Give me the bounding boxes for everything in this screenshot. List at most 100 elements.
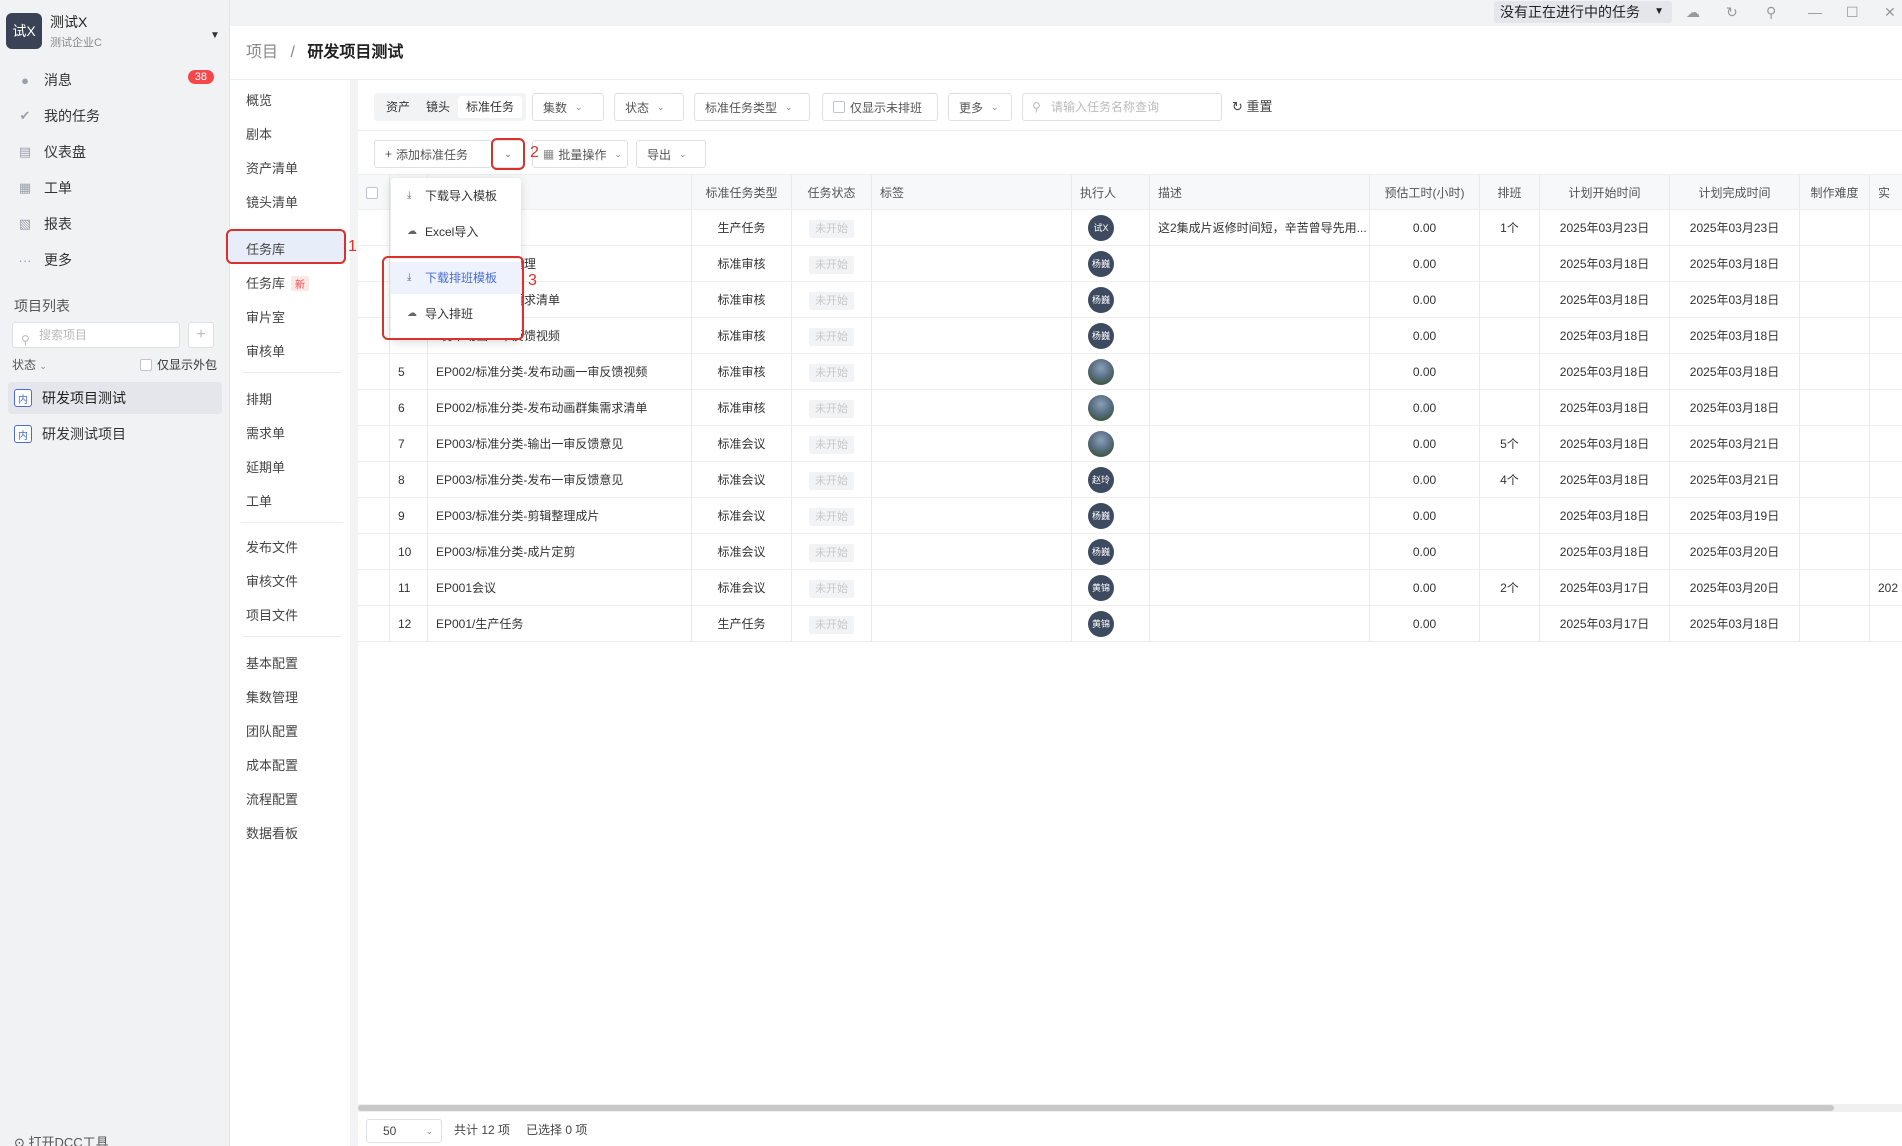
diff-cell <box>1800 210 1870 246</box>
subnav-item-basic-config[interactable]: 基本配置 <box>246 653 298 672</box>
nav-item-tickets[interactable]: ▦ 工单 <box>0 170 230 206</box>
avatar[interactable]: 黄锦 <box>1088 575 1114 601</box>
hours-cell: 0.00 <box>1370 534 1480 570</box>
tab-assets[interactable]: 资产 <box>378 96 418 118</box>
type-cell: 生产任务 <box>692 210 792 246</box>
avatar[interactable] <box>1088 431 1114 457</box>
table-row[interactable]: 3-发布动画群集需求清单标准审核未开始杨巍0.002025年03月18日2025… <box>358 282 1902 318</box>
refresh-icon[interactable]: ↻ <box>1726 4 1738 21</box>
subnav-item-review-sheet[interactable]: 审核单 <box>246 341 285 360</box>
subnav-item-data-board[interactable]: 数据看板 <box>246 823 298 842</box>
subnav-item-team-config[interactable]: 团队配置 <box>246 721 298 740</box>
avatar[interactable]: 杨巍 <box>1088 323 1114 349</box>
project-item[interactable]: 内 研发测试项目 <box>8 418 222 450</box>
nav-item-reports[interactable]: ▧ 报表 <box>0 206 230 242</box>
project-item[interactable]: 内 研发项目测试 <box>8 382 222 414</box>
excel-import-item[interactable]: ☁ Excel导入 <box>391 216 521 248</box>
subnav-item-flow-config[interactable]: 流程配置 <box>246 789 298 808</box>
project-search-input[interactable]: ⚲ 搜索项目 <box>12 322 180 348</box>
subnav-item-overview[interactable]: 概览 <box>246 90 272 109</box>
project-status-filter[interactable]: 状态 ⌄ <box>12 356 47 373</box>
table-row[interactable]: 2-动画一审剪辑整理标准审核未开始杨巍0.002025年03月18日2025年0… <box>358 246 1902 282</box>
diff-cell <box>1800 570 1870 606</box>
avatar[interactable]: 杨巍 <box>1088 503 1114 529</box>
start-cell: 2025年03月23日 <box>1540 210 1670 246</box>
caret-down-icon[interactable]: ▼ <box>210 30 220 41</box>
subnav-item-script[interactable]: 剧本 <box>246 124 272 143</box>
avatar[interactable]: 赵玲 <box>1088 467 1114 493</box>
close-icon[interactable]: ✕ <box>1884 4 1896 21</box>
subnav-item-tickets[interactable]: 工单 <box>246 491 272 510</box>
avatar[interactable]: 杨巍 <box>1088 251 1114 277</box>
diff-cell <box>1800 390 1870 426</box>
nav-item-messages[interactable]: ● 消息 38 <box>0 62 230 98</box>
running-task-dropdown[interactable]: 没有正在进行中的任务 ▼ <box>1494 1 1672 23</box>
horizontal-scrollbar[interactable] <box>358 1104 1902 1112</box>
nav-item-more[interactable]: ··· 更多 <box>0 242 230 278</box>
reset-button[interactable]: ↻ 重置 <box>1232 93 1273 121</box>
subnav-item-review-files[interactable]: 审核文件 <box>246 571 298 590</box>
hours-cell: 0.00 <box>1370 570 1480 606</box>
batch-actions-button[interactable]: ▦ 批量操作 ⌄ <box>532 140 628 168</box>
avatar[interactable]: 黄锦 <box>1088 611 1114 637</box>
table-row[interactable]: 6 EP002/标准分类-发布动画群集需求清单 标准审核 未开始 0.00 2025年03… <box>358 390 1902 426</box>
open-dcc-tool-link[interactable]: ⊙ 打开DCC工具 <box>14 1132 109 1146</box>
subnav-item-delays[interactable]: 延期单 <box>246 457 285 476</box>
episode-filter[interactable]: 集数 ⌄ <box>532 93 604 121</box>
subnav-item-assets[interactable]: 资产清单 <box>246 158 298 177</box>
avatar[interactable]: 杨巍 <box>1088 539 1114 565</box>
breadcrumb-parent[interactable]: 项目 <box>246 44 278 61</box>
table-row[interactable]: 1-BA的戏剧确认生产任务未开始试X这2集成片返修时间短，辛苦曾导先用...0.… <box>358 210 1902 246</box>
status-cell: 未开始 <box>792 498 872 534</box>
more-filter[interactable]: 更多 ⌄ <box>948 93 1012 121</box>
start-cell: 2025年03月18日 <box>1540 534 1670 570</box>
avatar[interactable] <box>1088 359 1114 385</box>
workspace-switcher[interactable]: 试X 测试X 测试企业C <box>6 12 102 50</box>
subnav-item-published-files[interactable]: 发布文件 <box>246 537 298 556</box>
export-button[interactable]: 导出 ⌄ <box>636 140 706 168</box>
cloud-icon[interactable]: ☁ <box>1686 4 1700 21</box>
table-row[interactable]: 12 EP001/生产任务 生产任务 未开始 黄锦 0.00 2025年03月17日 2025… <box>358 606 1902 642</box>
add-standard-task-button[interactable]: + 添加标准任务 <box>374 140 492 168</box>
outsource-only-checkbox[interactable]: 仅显示外包 <box>140 356 217 373</box>
table-row[interactable]: 8 EP003/标准分类-发布一审反馈意见 标准会议 未开始 赵玲 0.00 4个 2025年… <box>358 462 1902 498</box>
subnav-item-task-library-new[interactable]: 任务库新 <box>246 273 310 292</box>
table-row[interactable]: 5 EP002/标准分类-发布动画一审反馈视频 标准审核 未开始 0.00 2025年03… <box>358 354 1902 390</box>
maximize-icon[interactable]: ☐ <box>1846 4 1859 21</box>
page-size-select[interactable]: 50 ⌄ <box>366 1119 442 1143</box>
subnav-item-project-files[interactable]: 项目文件 <box>246 605 298 624</box>
minimize-icon[interactable]: — <box>1808 4 1822 20</box>
unscheduled-only-checkbox[interactable]: 仅显示未排班 <box>822 93 938 121</box>
scrollbar-thumb[interactable] <box>358 1105 1834 1111</box>
table-row[interactable]: 10 EP003/标准分类-成片定剪 标准会议 未开始 杨巍 0.00 2025年03月18… <box>358 534 1902 570</box>
subnav-item-cost-config[interactable]: 成本配置 <box>246 755 298 774</box>
table-row[interactable]: 7 EP003/标准分类-输出一审反馈意见 标准会议 未开始 0.00 5个 2025年03… <box>358 426 1902 462</box>
avatar[interactable]: 试X <box>1088 215 1114 241</box>
tags-cell <box>872 462 1072 498</box>
table-row[interactable]: 11 EP001会议 标准会议 未开始 黄锦 0.00 2个 2025年03月17日 2025年… <box>358 570 1902 606</box>
table-row[interactable]: 4-发布动画一审反馈视频标准审核未开始杨巍0.002025年03月18日2025… <box>358 318 1902 354</box>
avatar[interactable] <box>1088 395 1114 421</box>
download-import-template-item[interactable]: ⤓ 下载导入模板 <box>391 180 521 212</box>
subnav-item-episodes[interactable]: 集数管理 <box>246 687 298 706</box>
nav-item-dashboard[interactable]: ▤ 仪表盘 <box>0 134 230 170</box>
task-search-input[interactable]: ⚲ 请输入任务名称查询 <box>1022 93 1222 121</box>
pin-icon[interactable]: ⚲ <box>1766 4 1776 21</box>
end-cell: 2025年03月18日 <box>1670 318 1800 354</box>
sched-cell: 1个 <box>1480 210 1540 246</box>
task-type-filter[interactable]: 标准任务类型 ⌄ <box>694 93 810 121</box>
select-all-checkbox[interactable] <box>358 175 390 211</box>
avatar[interactable]: 杨巍 <box>1088 287 1114 313</box>
status-filter[interactable]: 状态 ⌄ <box>614 93 684 121</box>
subnav-item-schedule[interactable]: 排期 <box>246 389 272 408</box>
sched-cell <box>1480 354 1540 390</box>
status-badge: 未开始 <box>809 256 854 274</box>
subnav-item-review-room[interactable]: 审片室 <box>246 307 285 326</box>
subnav-item-requests[interactable]: 需求单 <box>246 423 285 442</box>
add-project-button[interactable]: + <box>188 322 214 348</box>
nav-item-my-tasks[interactable]: ✔ 我的任务 <box>0 98 230 134</box>
table-row[interactable]: 9 EP003/标准分类-剪辑整理成片 标准会议 未开始 杨巍 0.00 2025年03月1… <box>358 498 1902 534</box>
tab-shots[interactable]: 镜头 <box>418 96 458 118</box>
subnav-item-shots[interactable]: 镜头清单 <box>246 192 298 211</box>
tab-standard-tasks[interactable]: 标准任务 <box>458 96 523 118</box>
